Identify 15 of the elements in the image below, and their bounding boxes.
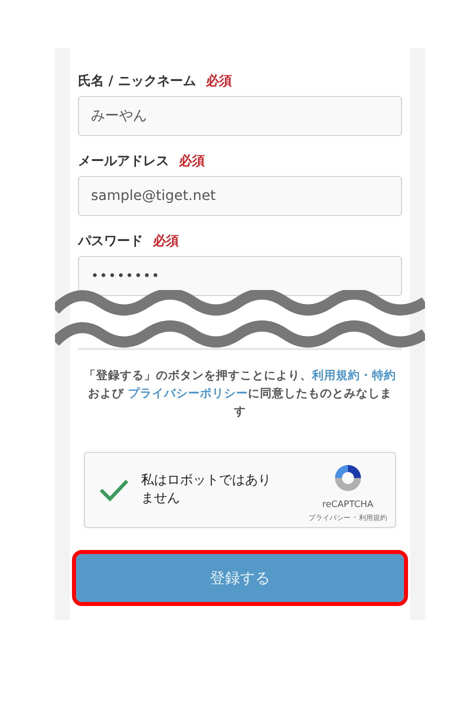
captcha-label: 私はロボットではありません [141,472,272,508]
field-label: 氏名 / ニックネーム [78,72,196,90]
input-field[interactable]: sample@tiget.net [78,176,402,216]
field-label: メールアドレス [78,153,169,170]
input-field[interactable]: みーやん [78,96,402,136]
policy-link[interactable]: プライバシーポリシー [128,386,248,400]
consent-notice: 「登録する」のボタンを押すことにより、利用規約・特約 および プライバシーポリシーに同意したものとみなします [84,367,396,420]
required-tag: 必須 [206,72,232,90]
policy-link[interactable]: 利用規約・特約 [312,368,396,382]
field-label: パスワード [78,233,143,250]
required-tag: 必須 [179,152,205,170]
checkmark-icon[interactable] [99,478,129,502]
captcha-brand: reCAPTCHA [322,500,374,510]
input-field[interactable]: •••••••• [78,256,402,296]
required-tag: 必須 [153,232,179,250]
